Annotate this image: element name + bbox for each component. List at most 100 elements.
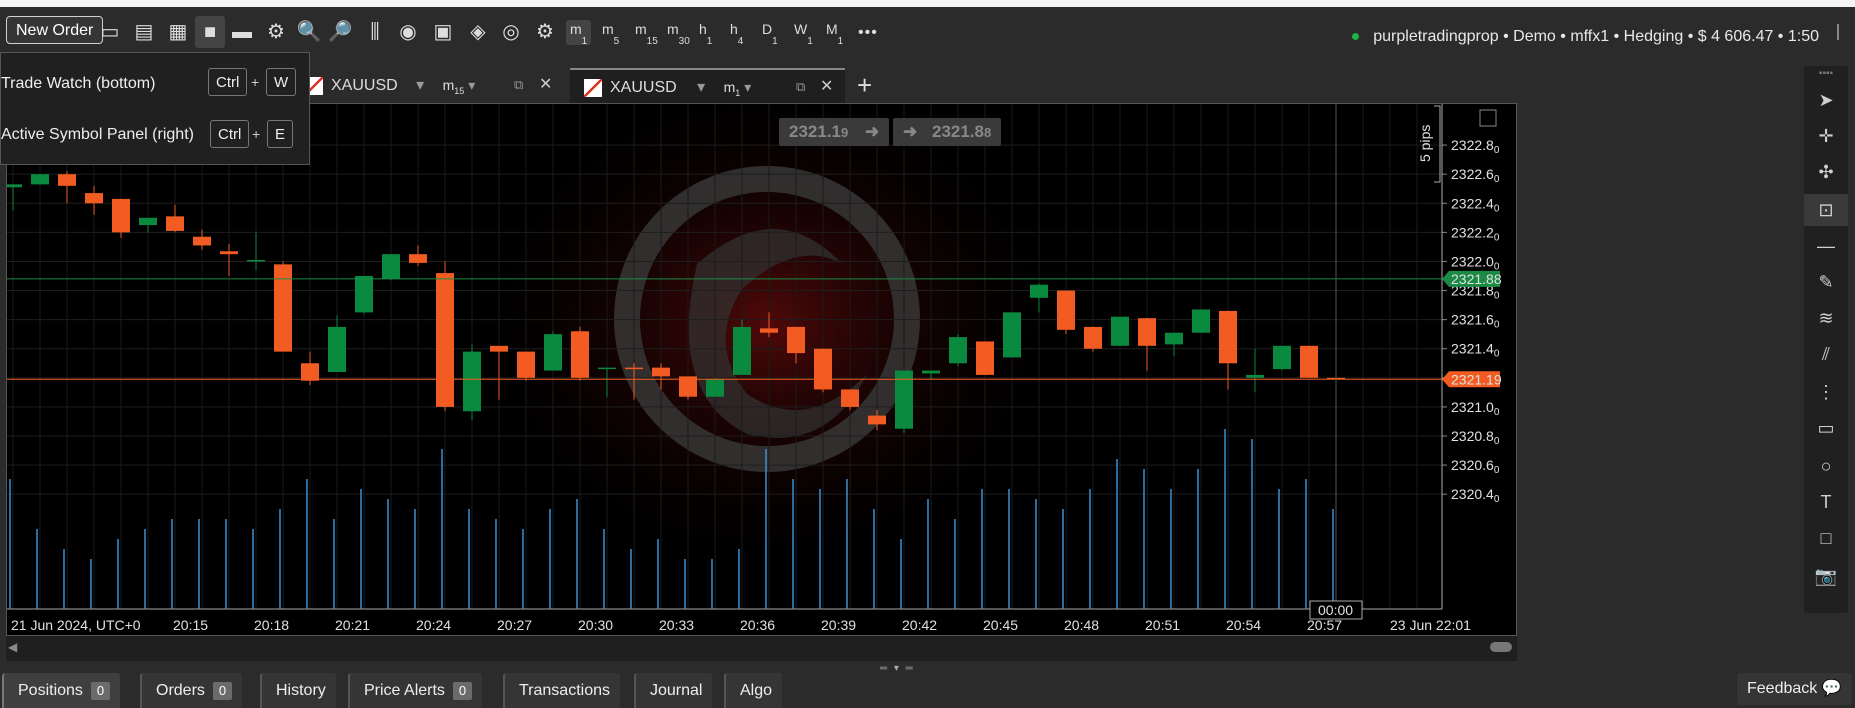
crosshair-fine-icon[interactable]: ✣ <box>1804 156 1848 188</box>
candle-body <box>1057 290 1075 330</box>
view-panel-menu: Trade Watch (bottom) Ctrl + W Active Sym… <box>0 52 310 165</box>
tab-positions[interactable]: Positions 0 <box>2 673 121 708</box>
timeframe-mn1[interactable]: M1 <box>826 22 843 47</box>
connection-status-dot <box>1352 33 1360 41</box>
ellipse-icon[interactable]: ○ <box>1804 450 1848 482</box>
x-tick-label: 20:42 <box>902 617 937 633</box>
timeframe-d1[interactable]: D1 <box>762 22 778 47</box>
horizontal-line-icon[interactable]: — <box>1804 230 1848 262</box>
tab-journal[interactable]: Journal <box>634 673 713 708</box>
rectangle-icon[interactable]: ▭ <box>1804 412 1848 444</box>
timeframe-h4[interactable]: h4 <box>730 22 743 47</box>
pointer-icon[interactable]: ➤ <box>1804 84 1848 116</box>
layers-icon[interactable]: ◈ <box>463 16 493 48</box>
menu-item-trade-watch[interactable]: Trade Watch (bottom) <box>1 69 155 99</box>
more-options-button[interactable]: ••• <box>858 25 878 41</box>
pips-label: 5 pips <box>1417 125 1433 162</box>
tab-algo[interactable]: Algo <box>724 673 783 708</box>
scroll-thumb[interactable] <box>1490 642 1512 652</box>
x-tick-label: 20:15 <box>173 617 208 633</box>
close-tab-icon[interactable]: ✕ <box>820 70 833 104</box>
fibonacci-icon[interactable]: ≋ <box>1804 302 1848 334</box>
tab-dropdown-icon[interactable]: ▾ <box>416 77 424 94</box>
candle-body <box>760 328 778 333</box>
monitor-chart-icon[interactable]: ▭ <box>95 16 125 48</box>
candlestick-chart[interactable]: 2322.802322.602322.402322.202322.002321.… <box>7 104 1516 635</box>
layout-panel-icon[interactable]: ▤ <box>129 16 159 48</box>
candle-body <box>1030 284 1048 298</box>
bot-icon[interactable]: ▣ <box>428 16 458 48</box>
chart-tab-xauusd-m1[interactable]: XAUUSD ▾ m1 ▾ ⧉ ✕ <box>570 68 845 104</box>
candle-body <box>31 174 49 185</box>
y-tick-label: 2322.20 <box>1451 224 1500 243</box>
color-swatch-icon[interactable]: □ <box>1804 522 1848 554</box>
y-tick-label: 2322.60 <box>1451 166 1500 185</box>
candle-body <box>409 254 427 263</box>
candle-body <box>463 351 481 412</box>
candle-body <box>868 415 886 425</box>
eye-icon[interactable]: ◎ <box>496 16 526 48</box>
timeframe-m15[interactable]: m15 <box>635 22 658 47</box>
single-layout-icon[interactable]: ■ <box>195 16 225 48</box>
trend-line-icon[interactable]: ✎ <box>1804 266 1848 298</box>
y-tick-label: 2320.60 <box>1451 457 1500 476</box>
candle-body <box>1111 316 1129 346</box>
x-tick-label: 20:30 <box>578 617 613 633</box>
crosshair-icon[interactable]: ✛ <box>1804 120 1848 152</box>
split-layout-icon[interactable]: ▬ <box>227 16 257 48</box>
candle-body <box>922 370 940 374</box>
tab-price-alerts[interactable]: Price Alerts 0 <box>348 673 483 708</box>
x-tick-label: 20:18 <box>254 617 289 633</box>
tab-transactions[interactable]: Transactions <box>503 673 620 708</box>
tab-timeframe[interactable]: m1 ▾ <box>724 79 752 98</box>
detach-tab-icon[interactable]: ⧉ <box>796 70 805 104</box>
account-info[interactable]: purpletradingprop • Demo • mffx1 • Hedgi… <box>1352 28 1819 46</box>
grid-layout-icon[interactable]: ▦ <box>163 16 193 48</box>
channel-icon[interactable]: ⫽ <box>1804 338 1848 370</box>
close-tab-icon[interactable]: ✕ <box>539 68 552 102</box>
scroll-left-icon[interactable]: ◀ <box>8 640 17 654</box>
x-tick-label: 20:39 <box>821 617 856 633</box>
timeframe-m5[interactable]: m5 <box>602 22 619 47</box>
detach-tab-icon[interactable]: ⧉ <box>514 68 523 102</box>
text-tool-icon[interactable]: T <box>1804 486 1848 518</box>
tab-orders[interactable]: Orders 0 <box>140 673 243 708</box>
positions-count-badge: 0 <box>90 682 111 700</box>
orders-count-badge: 0 <box>212 682 233 700</box>
candle-body <box>706 379 724 397</box>
drawing-tools-panel: ▪▪▪▪ ➤ ✛ ✣ ⊡ — ✎ ≋ ⫽ ⋮ ▭ ○ T □ 📷 <box>1804 66 1848 613</box>
bid-price-box[interactable]: 2321.19 ➜ <box>779 118 890 146</box>
candle-body <box>193 236 211 246</box>
indicators-icon[interactable]: ⫼ <box>360 16 390 48</box>
menu-item-active-symbol-panel[interactable]: Active Symbol Panel (right) <box>1 120 194 150</box>
panel-toggle-icon[interactable] <box>1837 24 1851 40</box>
ask-price-box[interactable]: ➜ 2321.88 <box>893 118 1002 146</box>
x-tick-label: 20:24 <box>416 617 451 633</box>
tab-timeframe[interactable]: m15 ▾ <box>443 77 476 96</box>
timeframe-w1[interactable]: W1 <box>794 22 813 47</box>
chart-config-icon[interactable]: ⚙ <box>530 16 560 48</box>
tab-dropdown-icon[interactable]: ▾ <box>697 79 705 96</box>
panel-grip[interactable]: ▪▪▪▪ <box>1804 68 1848 80</box>
feedback-button[interactable]: Feedback 💬 <box>1737 673 1852 705</box>
new-order-button[interactable]: New Order <box>6 16 104 44</box>
candle-body <box>976 341 994 375</box>
candle-body <box>571 331 589 378</box>
zoom-out-icon[interactable]: 🔎 <box>325 16 355 48</box>
chart-settings-icon[interactable]: ⚙ <box>261 16 291 48</box>
tab-history[interactable]: History <box>260 673 336 708</box>
y-tick-label: 2322.80 <box>1451 137 1500 156</box>
zoom-in-icon[interactable]: 🔍 <box>294 16 324 48</box>
screenshot-icon[interactable]: 📷 <box>1804 560 1848 592</box>
chart-scrollbar-area[interactable]: ◀ <box>6 636 1517 661</box>
measure-icon[interactable]: ⊡ <box>1804 194 1848 226</box>
candle-body <box>166 216 184 231</box>
timeframe-h1[interactable]: h1 <box>699 22 712 47</box>
chart-tab-xauusd-m15[interactable]: XAUUSD ▾ m15 ▾ ⧉ ✕ <box>305 68 565 102</box>
timeframe-m1[interactable]: m1 <box>566 20 592 47</box>
fib-levels-icon[interactable]: ⋮ <box>1804 376 1848 408</box>
add-chart-tab-button[interactable]: + <box>857 70 872 100</box>
cbot-icon[interactable]: ◉ <box>393 16 423 48</box>
candle-body <box>814 348 832 390</box>
timeframe-m30[interactable]: m30 <box>667 22 690 47</box>
